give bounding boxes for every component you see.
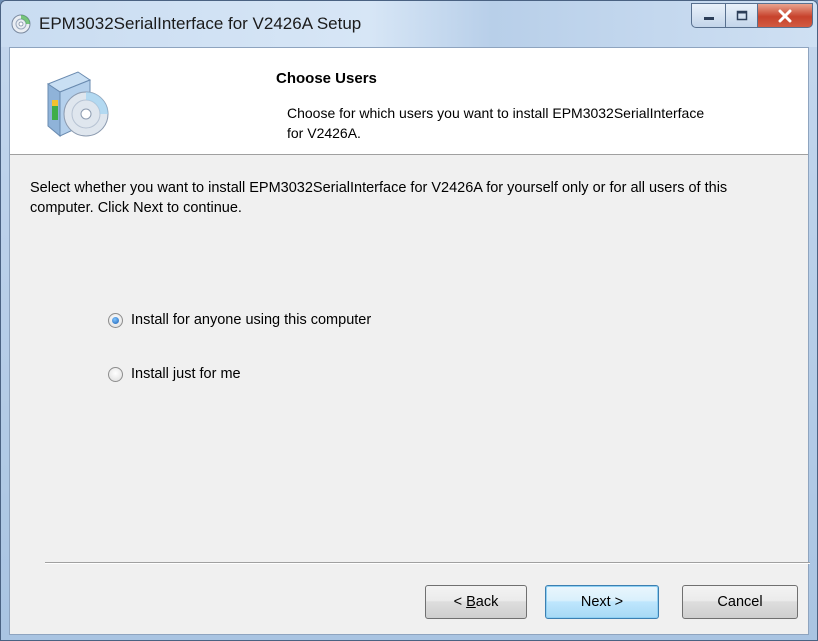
radio-button-unchecked[interactable] [108,366,123,382]
close-icon [778,9,792,22]
close-button[interactable] [757,3,813,28]
title-bar[interactable]: EPM3032SerialInterface for V2426A Setup [1,1,817,47]
option-label: Install just for me [131,366,241,382]
setup-window: EPM3032SerialInterface for V2426A Setup [0,0,818,641]
radio-selected-dot [112,316,119,324]
back-rest: ack [475,594,499,610]
page-subtitle: Choose for which users you want to insta… [287,105,705,141]
caption-buttons [691,3,813,29]
back-prefix: < [453,594,467,610]
option-label: Install for anyone using this computer [131,312,372,328]
back-accelerator: B [466,594,476,610]
installer-disc-icon [11,14,31,34]
option-install-just-for-me[interactable]: Install just for me [108,366,241,382]
back-button[interactable]: < Back [425,585,527,619]
window-title: EPM3032SerialInterface for V2426A Setup [39,14,362,33]
page-title: Choose Users [276,70,377,87]
installer-box-cd-icon [46,71,109,138]
minimize-icon [703,16,714,20]
wizard-header: Choose Users Choose for which users you … [10,48,808,155]
next-button[interactable]: Next > [545,585,659,619]
wizard-client-area: Choose Users Choose for which users you … [9,47,810,635]
radio-button-checked[interactable] [108,312,123,328]
instructions-text: Select whether you want to install EPM30… [30,180,728,216]
minimize-button[interactable] [691,3,725,28]
maximize-icon [736,10,747,21]
cancel-button[interactable]: Cancel [682,585,798,619]
footer-separator [45,562,810,564]
option-install-for-anyone[interactable]: Install for anyone using this computer [108,312,371,328]
maximize-button[interactable] [725,3,757,28]
